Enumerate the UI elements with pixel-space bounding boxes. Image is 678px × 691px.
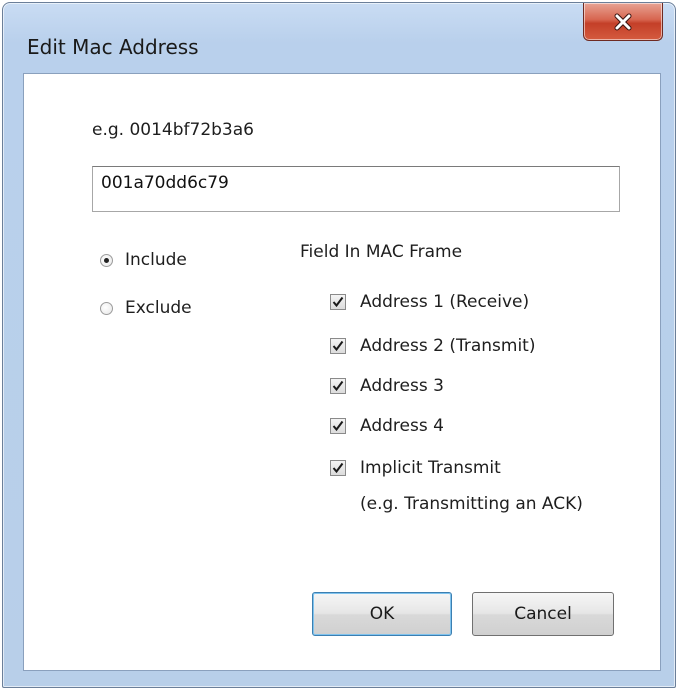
address3-checkbox[interactable]: Address 3	[330, 376, 444, 396]
implicit-transmit-checkbox[interactable]: Implicit Transmit	[330, 458, 501, 478]
field-group-title: Field In MAC Frame	[300, 242, 463, 262]
address2-label: Address 2 (Transmit)	[360, 336, 536, 356]
exclude-radio[interactable]: Exclude	[100, 298, 192, 318]
include-radio[interactable]: Include	[100, 250, 187, 270]
address1-label: Address 1 (Receive)	[360, 292, 530, 312]
address2-checkbox[interactable]: Address 2 (Transmit)	[330, 336, 535, 356]
radio-button-unchecked	[100, 301, 113, 315]
checkmark-icon	[330, 338, 346, 354]
example-hint: e.g. 0014bf72b3a6	[92, 120, 254, 140]
exclude-label: Exclude	[125, 298, 192, 318]
close-icon	[614, 13, 632, 30]
address4-checkbox[interactable]: Address 4	[330, 416, 444, 436]
implicit-transmit-label: Implicit Transmit	[360, 458, 501, 478]
ok-button[interactable]: OK	[312, 592, 452, 636]
window-title: Edit Mac Address	[27, 35, 199, 59]
edit-mac-address-dialog: Edit Mac Address e.g. 0014bf72b3a6 Inclu…	[2, 2, 676, 688]
checkmark-icon	[330, 294, 346, 310]
checkmark-icon	[330, 418, 346, 434]
address1-checkbox[interactable]: Address 1 (Receive)	[330, 292, 529, 312]
implicit-transmit-note: (e.g. Transmitting an ACK)	[360, 494, 583, 514]
include-label: Include	[125, 250, 187, 270]
mac-address-input[interactable]	[92, 166, 620, 212]
close-button[interactable]	[583, 3, 663, 41]
address3-label: Address 3	[360, 376, 444, 396]
radio-button-checked	[100, 253, 113, 267]
address4-label: Address 4	[360, 416, 444, 436]
cancel-button[interactable]: Cancel	[472, 592, 614, 636]
dialog-body: e.g. 0014bf72b3a6 Include Exclude Field …	[23, 73, 661, 671]
checkmark-icon	[330, 378, 346, 394]
checkmark-icon	[330, 460, 346, 476]
title-bar: Edit Mac Address	[3, 3, 675, 71]
